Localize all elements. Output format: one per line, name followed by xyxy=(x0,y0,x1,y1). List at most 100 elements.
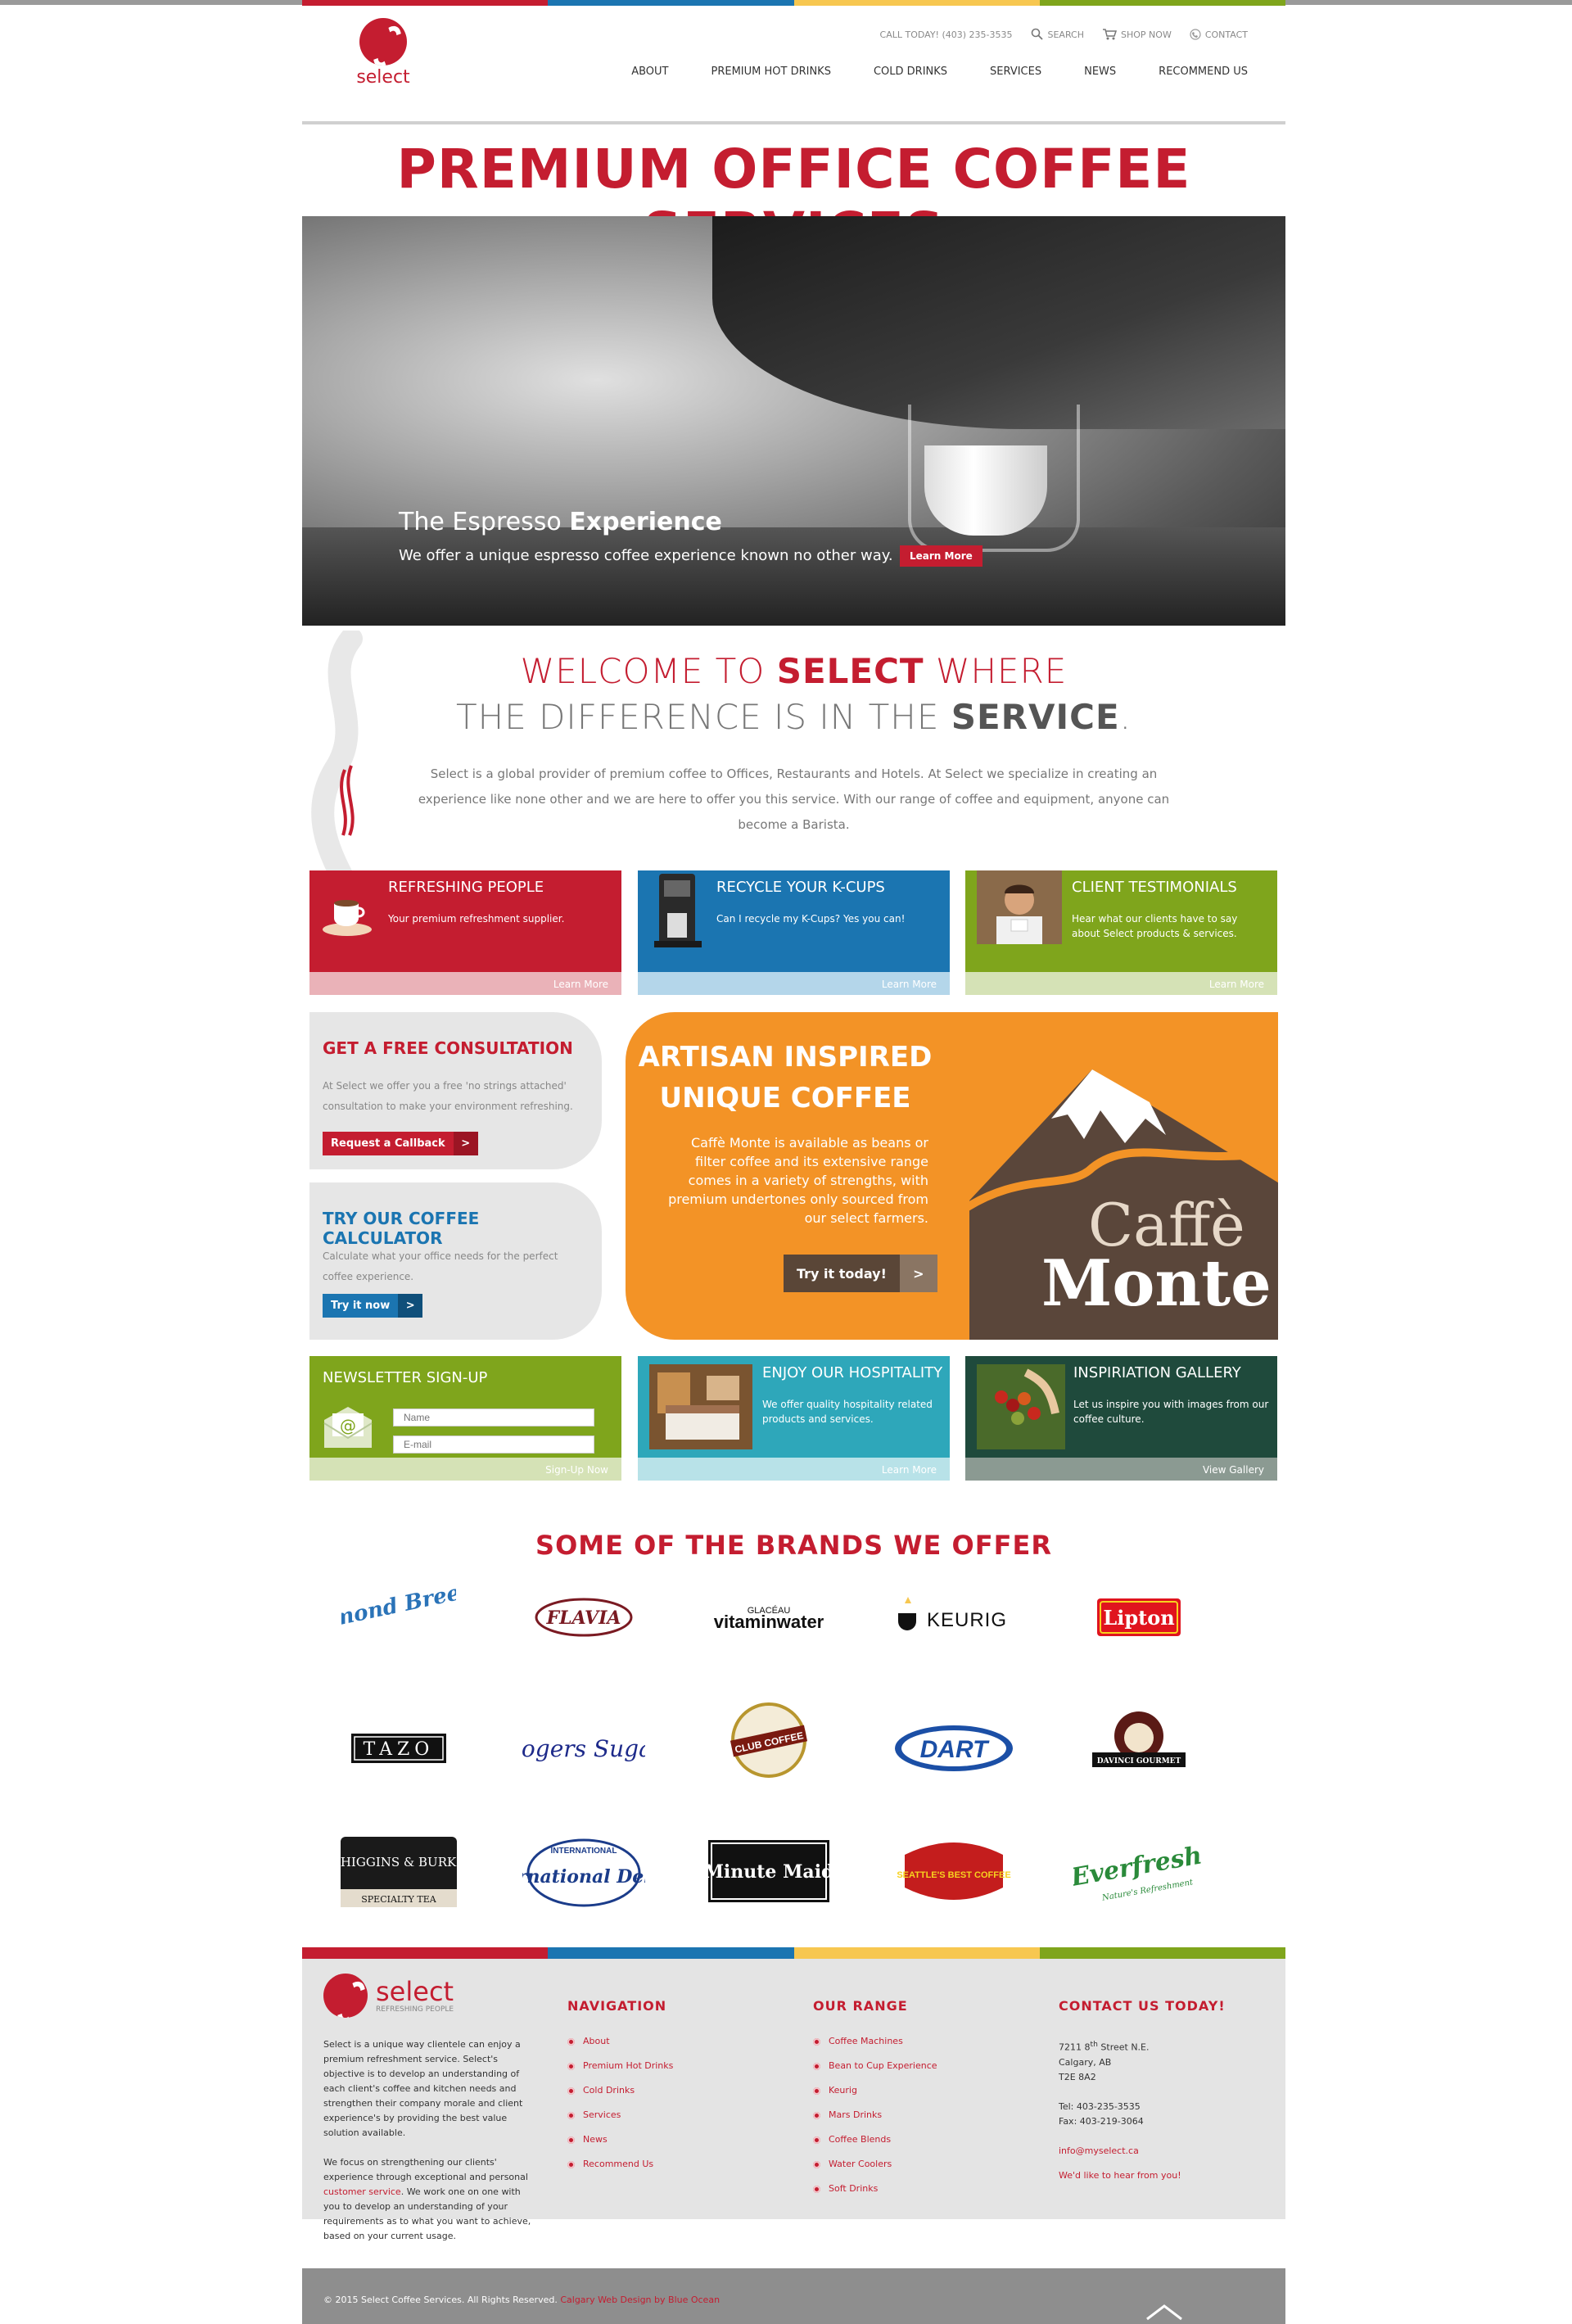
footer-logo[interactable]: select REFRESHING PEOPLE xyxy=(323,1974,454,2018)
footer-contact-title: CONTACT US TODAY! xyxy=(1059,1998,1226,2014)
brand-higgins-burke[interactable]: HIGGINS & BURKE SPECIALTY TEA xyxy=(333,1834,464,1908)
sign-up-now-link[interactable]: Sign-Up Now xyxy=(545,1464,608,1476)
nav-recommend-us[interactable]: RECOMMEND US xyxy=(1159,66,1248,78)
hear-from-you-link[interactable]: We'd like to hear from you! xyxy=(1059,2168,1181,2183)
footer-logo-mark xyxy=(323,1974,368,2018)
hero-text: We offer a unique espresso coffee experi… xyxy=(399,547,893,564)
back-to-top-icon[interactable] xyxy=(1144,2299,1185,2324)
brand-tazo[interactable]: TAZO xyxy=(333,1711,464,1785)
credit-link[interactable]: Calgary Web Design by Blue Ocean xyxy=(560,2295,720,2305)
tile-hospitality[interactable]: ENJOY OUR HOSPITALITY We offer quality h… xyxy=(638,1356,950,1481)
artisan-title: ARTISAN INSPIRED UNIQUE COFFEE xyxy=(626,1037,945,1119)
range-mars-drinks[interactable]: Mars Drinks xyxy=(813,2103,937,2127)
newsletter-name-input[interactable] xyxy=(393,1408,594,1427)
footer-color-stripe xyxy=(302,1947,1285,1959)
brand-davinci-gourmet[interactable]: DAVINCI GOURMET xyxy=(1073,1703,1204,1777)
tile-title: RECYCLE YOUR K-CUPS xyxy=(716,879,885,896)
hero-learn-more-button[interactable]: Learn More xyxy=(900,545,982,567)
brand-rogers-sugar[interactable]: Rogers Sugar xyxy=(518,1711,649,1785)
footer-nav-premium-hot-drinks[interactable]: Premium Hot Drinks xyxy=(567,2054,673,2078)
tel[interactable]: Tel: 403-235-3535 xyxy=(1059,2100,1181,2114)
footer-nav-cold-drinks[interactable]: Cold Drinks xyxy=(567,2078,673,2103)
footer-nav-about[interactable]: About xyxy=(567,2029,673,2054)
brand-club-coffee[interactable]: CLUB COFFEE xyxy=(703,1702,834,1778)
contact-link[interactable]: CONTACT xyxy=(1190,29,1248,40)
lipton-text: Lipton xyxy=(1103,1606,1174,1630)
dart-logo: DART xyxy=(895,1725,1013,1771)
artisan-title-l2: UNIQUE COFFEE xyxy=(659,1082,911,1115)
nav-about[interactable]: ABOUT xyxy=(631,66,668,78)
footer-nav-services[interactable]: Services xyxy=(567,2103,673,2127)
consultation-text: At Select we offer you a free 'no string… xyxy=(323,1080,573,1112)
footer-nav-news[interactable]: News xyxy=(567,2127,673,2152)
try-now-arrow-icon: > xyxy=(398,1294,423,1318)
higgins-text: HIGGINS & BURKE xyxy=(341,1855,460,1870)
consultation-title: GET A FREE CONSULTATION xyxy=(323,1038,573,1058)
newsletter-title: NEWSLETTER SIGN-UP xyxy=(323,1369,488,1386)
hero-title: The Espresso Experience xyxy=(399,508,722,536)
almond-text: Almond Breeze xyxy=(341,1585,456,1638)
newsletter-email-input[interactable] xyxy=(393,1436,594,1454)
tile-view-gallery[interactable]: View Gallery xyxy=(1203,1464,1264,1476)
shop-link[interactable]: SHOP NOW xyxy=(1102,28,1172,41)
tazo-logo: TAZO xyxy=(351,1734,446,1763)
tile-refreshing-people[interactable]: REFRESHING PEOPLE Your premium refreshme… xyxy=(309,870,621,995)
brand-seattles-best[interactable]: SEATTLE'S BEST COFFEE xyxy=(888,1834,1019,1908)
email-link[interactable]: info@myselect.ca xyxy=(1059,2144,1181,2159)
range-soft-drinks[interactable]: Soft Drinks xyxy=(813,2177,937,2201)
vitaminwater-text: vitaminwater xyxy=(714,1612,824,1632)
tile-learn-more[interactable]: Learn More xyxy=(882,979,937,990)
range-keurig[interactable]: Keurig xyxy=(813,2078,937,2103)
welcome-l1-a: WELCOME TO xyxy=(520,651,777,691)
everfresh-logo: EverfreshNature's Refreshment xyxy=(1073,1841,1204,1902)
tile-title: REFRESHING PEOPLE xyxy=(388,879,544,896)
site-logo[interactable]: select xyxy=(355,18,412,88)
main-nav: ABOUT PREMIUM HOT DRINKS COLD DRINKS SER… xyxy=(631,66,1248,78)
nav-services[interactable]: SERVICES xyxy=(990,66,1041,78)
brand-dart[interactable]: DART xyxy=(888,1711,1019,1785)
search-link[interactable]: SEARCH xyxy=(1031,28,1084,41)
range-coffee-machines[interactable]: Coffee Machines xyxy=(813,2029,937,2054)
seattles-text: SEATTLE'S BEST COFFEE xyxy=(897,1870,1010,1880)
callback-label: Request a Callback xyxy=(323,1132,454,1155)
brand-vitaminwater[interactable]: GLACÉAU vitaminwater xyxy=(703,1580,834,1654)
brand-minute-maid[interactable]: Minute Maid xyxy=(703,1834,834,1908)
tile-learn-more[interactable]: Learn More xyxy=(553,979,608,990)
request-callback-button[interactable]: Request a Callback > xyxy=(323,1132,478,1155)
nav-premium-hot-drinks[interactable]: PREMIUM HOT DRINKS xyxy=(711,66,831,78)
tile-learn-more[interactable]: Learn More xyxy=(1209,979,1264,990)
nav-news[interactable]: NEWS xyxy=(1084,66,1116,78)
range-coffee-blends[interactable]: Coffee Blends xyxy=(813,2127,937,2152)
tile-desc: Your premium refreshment supplier. xyxy=(388,913,565,925)
tile-inspiration-gallery[interactable]: INSPIRIATION GALLERY Let us inspire you … xyxy=(965,1356,1277,1481)
phone-link[interactable]: CALL TODAY! (403) 235-3535 xyxy=(880,29,1013,40)
brand-flavia[interactable]: FLAVIA xyxy=(518,1580,649,1654)
brand-lipton[interactable]: Lipton xyxy=(1073,1580,1204,1654)
brand-everfresh[interactable]: Everfresh Nature's Refreshment xyxy=(1073,1834,1204,1908)
vitaminwater-logo: GLACÉAUvitaminwater xyxy=(714,1605,824,1632)
footer-about: Select is a unique way clientele can enj… xyxy=(323,2037,538,2244)
copyright-text: © 2015 Select Coffee Services. All Right… xyxy=(323,2295,720,2305)
copyright-bar: © 2015 Select Coffee Services. All Right… xyxy=(302,2268,1285,2324)
addr1-sup: th xyxy=(1090,2040,1098,2049)
keurig-machine-icon xyxy=(654,874,702,947)
addr1-b: Street N.E. xyxy=(1097,2041,1150,2053)
customer-service-link[interactable]: customer service xyxy=(323,2186,401,2197)
tile-client-testimonials[interactable]: CLIENT TESTIMONIALS Hear what our client… xyxy=(965,870,1277,995)
footer-about-p2: We focus on strengthening our clients' e… xyxy=(323,2155,538,2244)
tile-title: CLIENT TESTIMONIALS xyxy=(1072,879,1237,896)
nav-cold-drinks[interactable]: COLD DRINKS xyxy=(874,66,947,78)
tile-learn-more[interactable]: Learn More xyxy=(882,1464,937,1476)
brand-keurig[interactable]: KEURIG xyxy=(888,1580,1019,1654)
range-bean-to-cup[interactable]: Bean to Cup Experience xyxy=(813,2054,937,2078)
brand-almond-breeze[interactable]: Almond Breeze xyxy=(333,1580,464,1654)
try-it-today-button[interactable]: Try it today! > xyxy=(784,1255,937,1292)
footer-nav-recommend-us[interactable]: Recommend Us xyxy=(567,2152,673,2177)
range-water-coolers[interactable]: Water Coolers xyxy=(813,2152,937,2177)
welcome-heading: WELCOME TO SELECT WHERE THE DIFFERENCE I… xyxy=(302,649,1285,740)
brand-international-delight[interactable]: INTERNATIONAL International Delight xyxy=(518,1834,649,1908)
try-today-arrow-icon: > xyxy=(899,1255,937,1292)
try-it-now-button[interactable]: Try it now > xyxy=(323,1294,423,1318)
rogers-sugar-logo: Rogers Sugar xyxy=(522,1735,645,1762)
tile-recycle-kcups[interactable]: RECYCLE YOUR K-CUPS Can I recycle my K-C… xyxy=(638,870,950,995)
